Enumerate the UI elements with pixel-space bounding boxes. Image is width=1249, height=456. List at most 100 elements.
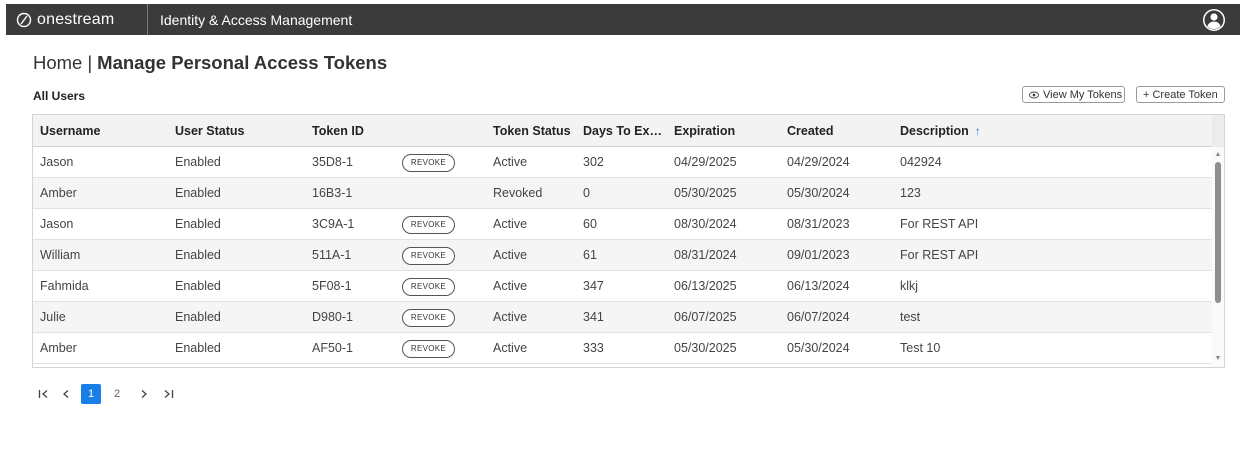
eye-icon (1029, 91, 1039, 99)
cell-created: 04/29/2024 (787, 155, 850, 169)
cell-user-status: Enabled (175, 186, 221, 200)
cell-token-status: Revoked (493, 186, 543, 200)
cell-token-id: 511A-1 (312, 248, 352, 262)
cell-token-id: D980-1 (312, 310, 353, 324)
cell-description: test (900, 310, 921, 324)
previous-page-icon[interactable] (61, 384, 71, 404)
scrollbar-thumb[interactable] (1215, 162, 1221, 303)
last-page-icon[interactable] (161, 384, 175, 404)
user-avatar-icon[interactable] (1202, 8, 1226, 32)
cell-expiration: 08/31/2024 (674, 248, 737, 262)
breadcrumb: Home | Manage Personal Access Tokens (33, 52, 387, 74)
header-scroll-gap (1212, 115, 1224, 147)
column-username[interactable]: Username (40, 115, 100, 147)
view-my-tokens-button[interactable]: View My Tokens (1022, 86, 1125, 103)
table-body: Jason Enabled 35D8-1 Active 302 04/29/2025 04/… (33, 147, 1212, 367)
cell-created: 05/30/2024 (787, 186, 850, 200)
table-row[interactable]: Julie Enabled D980-1 Active 341 06/07/2025 06/… (33, 302, 1212, 333)
top-bar: onestream Identity & Access Management (6, 4, 1240, 35)
cell-token-status: Active (493, 248, 528, 262)
table-row[interactable]: Jason Enabled 3C9A-1 Active 60 08/30/2024 08/3… (33, 209, 1212, 240)
cell-user-status: Enabled (175, 217, 221, 231)
cell-token-id: 5F08-1 (312, 279, 352, 293)
cell-username: Amber (40, 186, 77, 200)
revoke-button[interactable]: REVOKE (402, 278, 455, 296)
create-token-label: + Create Token (1143, 88, 1218, 101)
app-title: Identity & Access Management (160, 11, 353, 28)
cell-username: Jason (40, 217, 74, 231)
cell-created: 06/13/2024 (787, 279, 850, 293)
cell-username: Fahmida (40, 279, 89, 293)
create-token-button[interactable]: + Create Token (1136, 86, 1225, 103)
cell-token-status: Active (493, 310, 528, 324)
cell-token-status: Active (493, 341, 528, 355)
cell-user-status: Enabled (175, 279, 221, 293)
cell-created: 05/30/2024 (787, 341, 850, 355)
cell-username: Amber (40, 341, 77, 355)
pagination: 1 2 (37, 384, 175, 404)
column-token-status[interactable]: Token Status (493, 115, 571, 147)
page-title: Manage Personal Access Tokens (97, 52, 388, 73)
revoke-button[interactable]: REVOKE (402, 309, 455, 327)
column-token-id[interactable]: Token ID (312, 115, 364, 147)
table-row[interactable]: Fahmida Enabled 5F08-1 Active 347 06/13/2025 0… (33, 271, 1212, 302)
table-row[interactable]: Amber Enabled 16B3-1 Revoked 0 05/30/2025 05/3… (33, 178, 1212, 209)
cell-expiration: 08/30/2024 (674, 217, 737, 231)
cell-description: Test 10 (900, 341, 941, 355)
cell-username: William (40, 248, 81, 262)
cell-token-status: Active (493, 217, 528, 231)
section-title: All Users (33, 89, 86, 103)
table-row[interactable]: Jason Enabled 35D8-1 Active 302 04/29/2025 04/… (33, 147, 1212, 178)
revoke-button[interactable]: REVOKE (402, 340, 455, 358)
cell-expiration: 05/30/2025 (674, 341, 737, 355)
cell-expiration: 05/30/2025 (674, 186, 737, 200)
revoke-button[interactable]: REVOKE (402, 154, 455, 172)
revoke-button[interactable]: REVOKE (402, 247, 455, 265)
view-my-tokens-label: View My Tokens (1043, 88, 1123, 101)
column-days-to-expiration[interactable]: Days To Ex… (583, 115, 662, 147)
breadcrumb-home[interactable]: Home (33, 52, 82, 73)
cell-description: 042924 (900, 155, 942, 169)
tokens-table: Username User Status Token ID Token Stat… (32, 114, 1225, 368)
scroll-down-icon[interactable]: ▼ (1214, 355, 1222, 363)
cell-days-to-expiration: 347 (583, 279, 604, 293)
cell-description: klkj (900, 279, 919, 293)
revoke-button[interactable]: REVOKE (402, 216, 455, 234)
cell-description: For REST API (900, 217, 979, 231)
cell-token-id: AF50-1 (312, 341, 353, 355)
cell-days-to-expiration: 333 (583, 341, 604, 355)
first-page-icon[interactable] (37, 384, 51, 404)
cell-username: Julie (40, 310, 66, 324)
cell-days-to-expiration: 0 (583, 186, 590, 200)
brand[interactable]: onestream (6, 4, 148, 35)
page-1-button[interactable]: 1 (81, 384, 101, 404)
cell-token-status: Active (493, 279, 528, 293)
cell-user-status: Enabled (175, 248, 221, 262)
cell-token-id: 35D8-1 (312, 155, 353, 169)
column-expiration[interactable]: Expiration (674, 115, 735, 147)
cell-user-status: Enabled (175, 341, 221, 355)
cell-created: 06/07/2024 (787, 310, 850, 324)
scroll-up-icon[interactable]: ▲ (1214, 151, 1222, 159)
next-page-icon[interactable] (139, 384, 149, 404)
cell-expiration: 06/13/2025 (674, 279, 737, 293)
cell-user-status: Enabled (175, 310, 221, 324)
cell-days-to-expiration: 60 (583, 217, 597, 231)
brand-name: onestream (37, 10, 115, 28)
page-2-button[interactable]: 2 (107, 384, 127, 404)
table-header: Username User Status Token ID Token Stat… (33, 115, 1224, 147)
breadcrumb-separator: | (87, 52, 93, 73)
column-user-status[interactable]: User Status (175, 115, 244, 147)
table-row[interactable]: William Enabled 511A-1 Active 61 08/31/2024 09… (33, 240, 1212, 271)
cell-expiration: 06/07/2025 (674, 310, 737, 324)
column-description[interactable]: Description ↑ (900, 115, 981, 147)
onestream-logo-icon (16, 12, 32, 27)
cell-description: 123 (900, 186, 921, 200)
table-row[interactable]: Amber Enabled AF50-1 Active 333 05/30/2025 05/… (33, 333, 1212, 364)
cell-days-to-expiration: 302 (583, 155, 604, 169)
cell-created: 09/01/2023 (787, 248, 850, 262)
cell-expiration: 04/29/2025 (674, 155, 737, 169)
vertical-scrollbar[interactable]: ▲ ▼ (1212, 147, 1224, 367)
column-created[interactable]: Created (787, 115, 834, 147)
cell-days-to-expiration: 61 (583, 248, 597, 262)
